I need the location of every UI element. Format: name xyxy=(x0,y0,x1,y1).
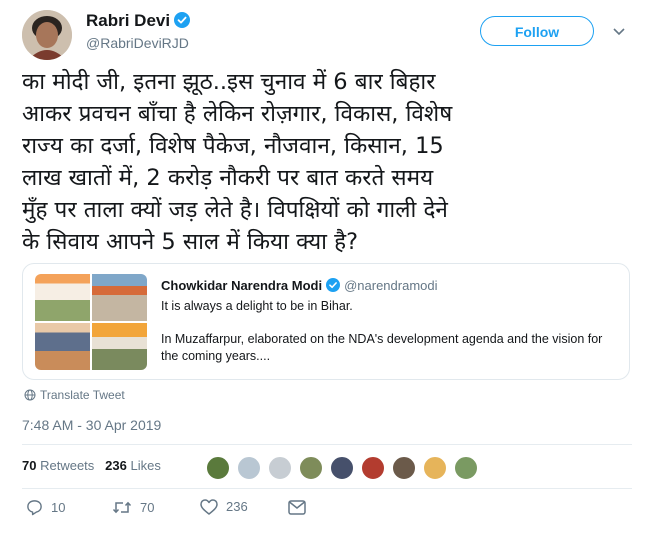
media-image xyxy=(92,274,147,321)
reply-button[interactable]: 10 xyxy=(26,499,65,516)
media-image xyxy=(92,323,147,370)
media-image xyxy=(35,274,90,321)
likes-count[interactable]: 236 xyxy=(105,458,127,473)
avatar[interactable] xyxy=(237,456,261,480)
like-icon xyxy=(200,499,218,515)
like-button[interactable]: 236 xyxy=(200,499,248,515)
quoted-author-name: Chowkidar Narendra Modi xyxy=(161,278,323,293)
avatar[interactable] xyxy=(361,456,385,480)
avatar[interactable] xyxy=(454,456,478,480)
retweets-label[interactable]: Retweets xyxy=(40,458,94,473)
author-avatar[interactable] xyxy=(22,10,72,60)
avatar[interactable] xyxy=(423,456,447,480)
chevron-down-icon[interactable] xyxy=(612,24,626,42)
like-count: 236 xyxy=(226,499,248,514)
quoted-text-line: It is always a delight to be in Bihar. xyxy=(161,299,353,313)
avatar[interactable] xyxy=(268,456,292,480)
quoted-tweet-media[interactable] xyxy=(35,274,147,370)
direct-message-button[interactable] xyxy=(288,499,314,515)
retweet-button[interactable]: 70 xyxy=(112,499,154,516)
retweets-count[interactable]: 70 xyxy=(22,458,36,473)
divider xyxy=(22,488,632,489)
tweet-text: का मोदी जी, इतना झूठ..इस चुनाव में 6 बार… xyxy=(22,69,453,255)
translate-tweet-link[interactable]: Translate Tweet xyxy=(24,388,125,404)
likes-stat[interactable]: 236 Likes xyxy=(105,458,161,473)
translate-label[interactable]: Translate Tweet xyxy=(40,388,125,402)
globe-icon xyxy=(24,389,36,404)
quoted-tweet[interactable]: Chowkidar Narendra Modi @narendramodi It … xyxy=(22,263,630,380)
message-icon xyxy=(288,500,306,515)
author-name[interactable]: Rabri Devi xyxy=(86,11,191,33)
likes-label[interactable]: Likes xyxy=(130,458,160,473)
follow-button[interactable]: Follow xyxy=(480,16,594,46)
reply-icon xyxy=(27,500,42,516)
media-image xyxy=(35,323,90,370)
quoted-author: Chowkidar Narendra Modi @narendramodi xyxy=(161,278,438,295)
quoted-author-handle: @narendramodi xyxy=(344,278,438,293)
avatar[interactable] xyxy=(392,456,416,480)
divider xyxy=(22,444,632,445)
quoted-tweet-text: It is always a delight to be in Bihar. I… xyxy=(161,298,621,381)
tweet-stats: 70 Retweets 236 Likes xyxy=(22,458,161,473)
verified-icon xyxy=(174,12,191,33)
retweet-count: 70 xyxy=(140,500,155,515)
avatar[interactable] xyxy=(330,456,354,480)
retweets-stat[interactable]: 70 Retweets xyxy=(22,458,94,473)
retweet-icon xyxy=(112,501,132,514)
quoted-text-line: In Muzaffarpur, elaborated on the NDA's … xyxy=(161,332,603,363)
tweet-timestamp[interactable]: 7:48 AM - 30 Apr 2019 xyxy=(22,417,161,433)
avatar[interactable] xyxy=(299,456,323,480)
verified-icon xyxy=(326,278,341,295)
author-handle[interactable]: @RabriDeviRJD xyxy=(86,35,189,51)
author-name-text[interactable]: Rabri Devi xyxy=(86,11,170,30)
avatar[interactable] xyxy=(206,456,230,480)
reply-count: 10 xyxy=(51,500,66,515)
